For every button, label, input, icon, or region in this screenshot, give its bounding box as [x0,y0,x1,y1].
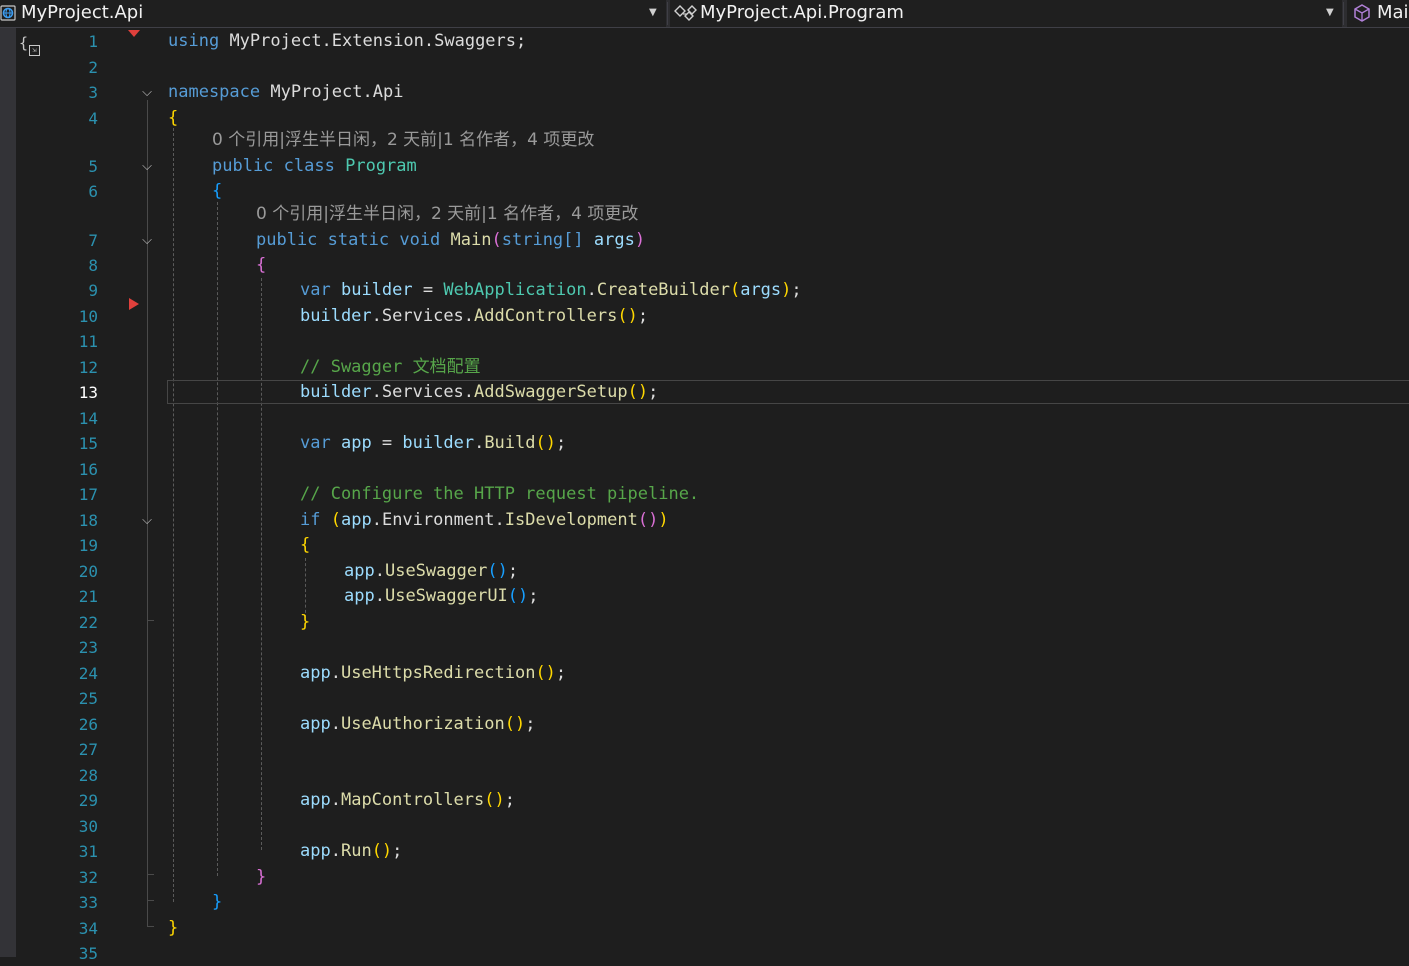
method-cube-icon [1354,4,1370,22]
project-dropdown[interactable]: MyProject.Api ▼ [0,0,666,27]
line-number: 20 [78,562,98,581]
code-line-24[interactable]: app.UseHttpsRedirection(); [300,661,566,686]
code-line-7[interactable]: public static void Main(string[] args) [256,228,645,253]
line-number: 24 [78,664,98,683]
collapse-chevron-icon[interactable]: ⌵ [139,233,155,249]
indent-guide [217,202,218,876]
change-marker-icon [128,30,140,37]
collapse-chevron-icon[interactable]: ⌵ [139,513,155,529]
line-number: 27 [78,740,98,759]
line-number: 28 [78,766,98,785]
line-number: 13 [78,383,98,402]
code-line-12[interactable]: // Swagger 文档配置 [300,355,481,380]
code-line-6[interactable]: { [212,179,222,204]
line-number: 18 [78,511,98,530]
codelens-method[interactable]: 0 个引用|浮生半日闲，2 天前|1 名作者，4 项更改 [256,202,638,226]
line-number: 14 [78,409,98,428]
code-line-26[interactable]: app.UseAuthorization(); [300,712,535,737]
type-dropdown[interactable]: MyProject.Api.Program ▼ [670,0,1342,27]
line-number: 21 [78,587,98,606]
code-editor[interactable]: {⇲ ⌵ ⌵ ⌵ ⌵ 1 2 3 4 5 6 7 8 9 10 11 12 13… [0,28,1409,963]
line-number: 7 [88,231,98,250]
line-number: 23 [78,638,98,657]
code-line-5[interactable]: public class Program [212,154,417,179]
line-number: 29 [78,791,98,810]
line-number: 6 [88,182,98,201]
code-line-20[interactable]: app.UseSwagger(); [344,559,518,584]
code-line-32[interactable]: } [256,865,266,890]
line-number: 12 [78,358,98,377]
line-number: 30 [78,817,98,836]
type-label: MyProject.Api.Program [700,2,904,23]
line-number: 25 [78,689,98,708]
scope-braces-icon[interactable]: {⇲ [17,34,43,58]
line-number: 15 [78,434,98,453]
indent-guide [261,278,262,850]
code-line-13[interactable]: builder.Services.AddSwaggerSetup(); [300,380,658,405]
outline-end-namespace [147,926,154,927]
indent-guide [173,128,174,902]
class-icon [674,5,697,21]
line-number: 17 [78,485,98,504]
collapse-chevron-icon[interactable]: ⌵ [139,85,155,101]
code-line-33[interactable]: } [212,890,222,915]
line-number: 3 [88,83,98,102]
line-number: 32 [78,868,98,887]
outline-end-method [147,874,154,875]
line-number: 10 [78,307,98,326]
editor-left-strip [0,28,16,957]
code-line-22[interactable]: } [300,610,310,635]
code-line-17[interactable]: // Configure the HTTP request pipeline. [300,482,699,507]
line-number: 8 [88,256,98,275]
line-number: 11 [78,332,98,351]
chevron-down-icon[interactable]: ▼ [1326,0,1334,26]
line-number: 4 [88,109,98,128]
indent-guide [305,558,306,618]
code-line-15[interactable]: var app = builder.Build(); [300,431,566,456]
outline-end-class [147,900,154,901]
code-line-31[interactable]: app.Run(); [300,839,402,864]
code-line-4[interactable]: { [168,106,178,131]
line-number: 5 [88,157,98,176]
line-number: 22 [78,613,98,632]
codelens-class[interactable]: 0 个引用|浮生半日闲，2 天前|1 名作者，4 项更改 [212,128,594,152]
line-number: 1 [88,32,98,51]
code-line-1[interactable]: using MyProject.Extension.Swaggers; [168,29,526,54]
code-line-21[interactable]: app.UseSwaggerUI(); [344,584,539,609]
member-label: Mai [1377,2,1409,23]
line-number: 9 [88,281,98,300]
collapse-chevron-icon[interactable]: ⌵ [139,159,155,175]
outline-end-if [147,620,154,621]
code-line-10[interactable]: builder.Services.AddControllers(); [300,304,648,329]
indicator-margin[interactable] [16,28,60,957]
project-label: MyProject.Api [21,2,144,23]
line-number: 2 [88,58,98,77]
line-number: 26 [78,715,98,734]
csharp-project-icon [0,5,16,21]
line-number: 35 [78,944,98,963]
line-number: 34 [78,919,98,938]
line-number: 16 [78,460,98,479]
chevron-down-icon[interactable]: ▼ [649,0,657,26]
code-line-18[interactable]: if (app.Environment.IsDevelopment()) [300,508,669,533]
line-number: 19 [78,536,98,555]
member-dropdown[interactable]: Mai [1347,0,1409,27]
code-line-8[interactable]: { [256,253,266,278]
code-line-3[interactable]: namespace MyProject.Api [168,80,403,105]
line-number: 31 [78,842,98,861]
line-number: 33 [78,893,98,912]
navigation-bar: MyProject.Api ▼ MyProject.Api.Program ▼ … [0,0,1409,28]
code-line-19[interactable]: { [300,533,310,558]
breakpoint-arrow-icon[interactable] [129,298,139,310]
code-line-34[interactable]: } [168,916,178,941]
code-line-9[interactable]: var builder = WebApplication.CreateBuild… [300,278,802,303]
code-line-29[interactable]: app.MapControllers(); [300,788,515,813]
